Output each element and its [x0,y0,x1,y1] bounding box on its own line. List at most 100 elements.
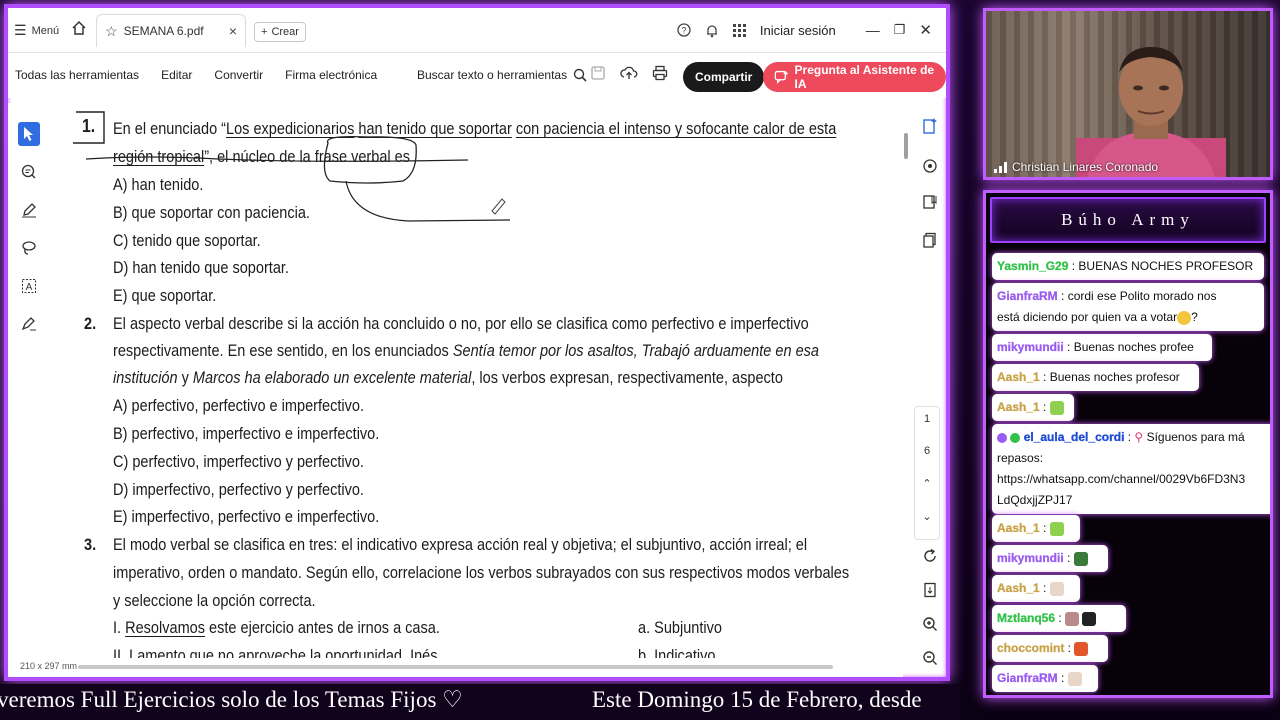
chevron-down-icon[interactable]: ⌄ [915,510,939,523]
chat-username[interactable]: GianfraRM [997,289,1058,303]
svg-text:?: ? [681,26,686,36]
apps-grid-icon[interactable] [732,23,746,37]
menu-label: Menú [31,24,60,37]
chat-username[interactable]: el_aula_del_cordi [1024,430,1125,444]
doc-export-icon [924,582,936,598]
save-icon[interactable] [590,65,606,81]
comment-tool[interactable] [18,160,40,184]
document-page[interactable]: 1. En el enunciado “Los expedicionarios … [8,103,903,658]
chat-link[interactable]: https://whatsapp.com/channel/0029Vb6FD3N… [997,472,1245,486]
minimize-icon[interactable]: — [866,22,880,38]
comment-bubble-icon [923,159,937,173]
stream-stage: ☰ Menú ☆ SEMANA 6.pdf × + Crear ? Inicia… [0,0,1280,720]
print-icon[interactable] [652,65,668,81]
horizontal-scrollbar[interactable] [78,665,833,669]
current-page[interactable]: 1 [915,413,939,425]
crown-badge-icon [997,432,1007,443]
search-tools-field[interactable]: Buscar texto o herramientas [417,68,587,82]
live-chat-panel: Búho Army Yasmin_G29 : BUENAS NOCHES PRO… [983,190,1273,698]
custom-emote-icon [1065,611,1080,626]
text-tool[interactable]: A [18,274,40,298]
q2-number: 2. [84,315,97,333]
home-button[interactable] [71,20,87,39]
q3-line3: y seleccione la opción correcta. [113,592,316,610]
chat-username[interactable]: Aash_1 [997,521,1040,535]
q1-option-d: D) han tenido que soportar. [113,259,289,277]
chat-username[interactable]: mikymundii [997,551,1064,565]
extract-tool[interactable] [920,580,940,600]
chat-message: Aash_1 : [992,575,1080,602]
restore-icon[interactable]: ❐ [894,22,906,38]
chat-title: Búho Army [990,197,1266,243]
close-window-icon[interactable]: ✕ [919,21,932,39]
select-tool[interactable] [18,122,40,146]
highlight-tool[interactable] [18,198,40,222]
q1-option-a: A) han tenido. [113,176,204,194]
chat-username[interactable]: Mztlanq56 [997,611,1055,625]
bell-icon[interactable] [705,23,719,38]
bookmark-icon [923,195,937,209]
q2-option-c: C) perfectivo, imperfectivo y perfectivo… [113,453,364,471]
ai-summary-tool[interactable] [920,116,940,136]
tab-document[interactable]: ☆ SEMANA 6.pdf × [96,14,246,47]
chat-message: Aash_1 : [992,394,1074,421]
zoom-out-button[interactable] [920,648,940,668]
chat-message: GianfraRM : [992,665,1098,692]
rotate-tool[interactable] [920,546,940,566]
custom-emote-icon [1049,581,1064,596]
page-size-label: 210 x 297 mm [20,661,78,671]
pen-icon [22,203,36,218]
chat-message: Yasmin_G29 : BUENAS NOCHES PROFESOR [992,253,1264,280]
star-icon[interactable]: ☆ [105,23,118,40]
help-icon[interactable]: ? [677,23,691,37]
chat-username[interactable]: choccomint [997,641,1065,655]
bookmarks-tool[interactable] [920,192,940,212]
chat-username[interactable]: Aash_1 [997,400,1040,414]
home-icon [72,20,86,35]
pages-tool[interactable] [920,230,940,250]
flushed-emoji-icon [1177,310,1192,325]
custom-emote-icon [1049,521,1064,536]
page-navigator: 1 6 ⌃ ⌄ [914,406,940,540]
signal-bars-icon [994,161,1007,173]
share-button[interactable]: Compartir [683,62,765,92]
sign-in-link[interactable]: Iniciar sesión [760,23,836,38]
tab-close-button[interactable]: × [229,23,237,39]
custom-emote-icon [1049,400,1064,415]
total-pages: 6 [923,445,931,457]
upload-cloud-icon[interactable] [620,65,638,81]
chat-username[interactable]: mikymundii [997,340,1064,354]
draw-tool[interactable] [18,236,40,260]
chat-username[interactable]: Yasmin_G29 [997,259,1069,273]
copy-pages-icon [923,232,936,248]
tool-esign[interactable]: Firma electrónica [285,68,377,82]
custom-emote-icon [1074,641,1089,656]
status-bar: 210 x 297 mm [8,658,903,677]
q2-line1: El aspecto verbal describe si la acción … [113,315,809,333]
create-button[interactable]: + Crear [254,22,306,42]
zoom-in-button[interactable] [920,614,940,634]
q3-item-2: II. Lamento que no aproveche la oportuni… [113,647,442,658]
tool-edit[interactable]: Editar [161,68,192,82]
chat-username[interactable]: GianfraRM [997,671,1058,685]
custom-emote-icon [1082,611,1097,626]
ai-assistant-button[interactable]: Pregunta al Asistente de IA [763,62,946,92]
comments-panel-tool[interactable] [920,156,940,176]
webcam-feed: Christian Linares Coronado [983,8,1273,180]
menu-button[interactable]: ☰ Menú [14,22,59,39]
chevron-up-icon[interactable]: ⌃ [915,477,939,490]
tab-title: SEMANA 6.pdf [123,24,204,38]
q2-option-d: D) imperfectivo, perfectivo y perfectivo… [113,481,364,499]
chat-message: el_aula_del_cordi : ⚲ Síguenos para má r… [992,424,1270,514]
tool-convert[interactable]: Convertir [214,68,263,82]
title-bar: ☰ Menú ☆ SEMANA 6.pdf × + Crear ? Inicia… [8,8,946,53]
scroll-thumb[interactable] [904,133,908,159]
chat-username[interactable]: Aash_1 [997,370,1040,384]
left-tool-rail: A [16,112,42,352]
sign-tool[interactable] [18,312,40,336]
window-controls: ? Iniciar sesión — ❐ ✕ [677,21,932,39]
vertical-scrollbar[interactable] [903,103,911,658]
chat-username[interactable]: Aash_1 [997,581,1040,595]
tool-all-tools[interactable]: Todas las herramientas [15,68,139,82]
q2-line3: institución y Marcos ha elaborado un exc… [113,369,783,387]
